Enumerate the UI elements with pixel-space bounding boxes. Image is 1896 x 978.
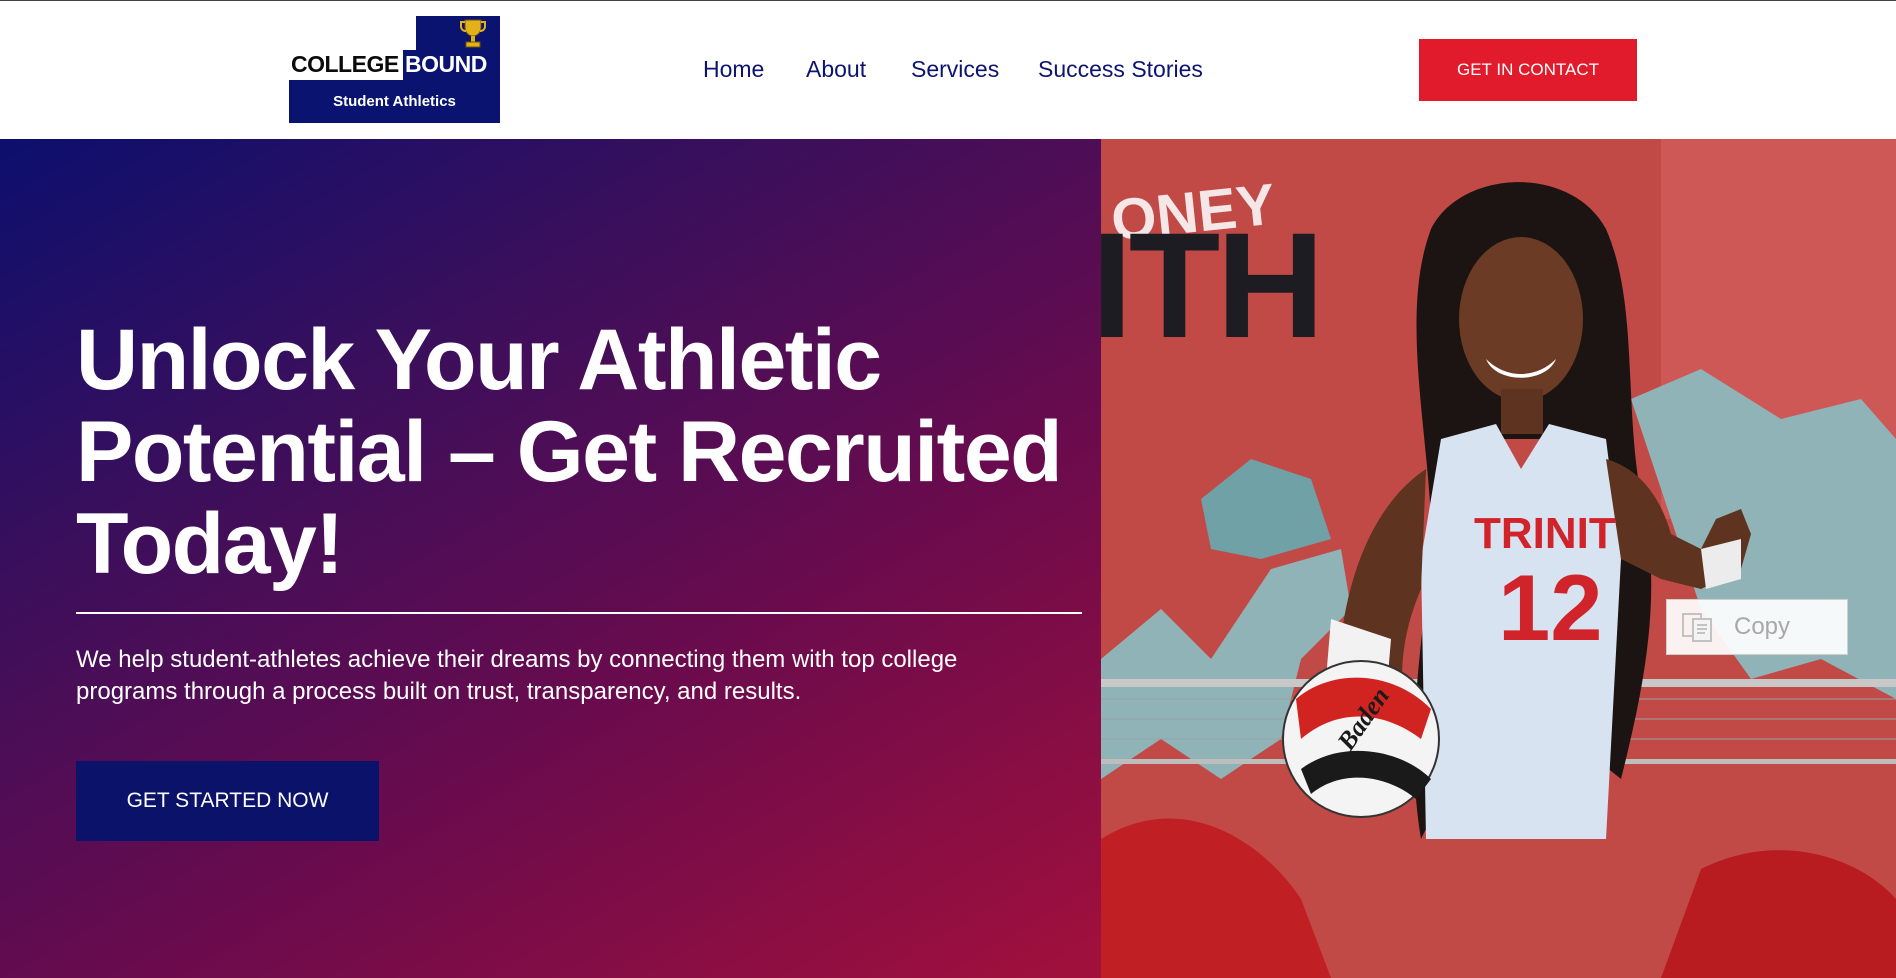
hero-divider [76,612,1082,614]
get-in-contact-button[interactable]: GET IN CONTACT [1419,39,1637,101]
copy-label: Copy [1734,613,1791,640]
jersey-team-text: TRINIT [1474,509,1616,558]
hero-section: Unlock Your Athletic Potential – Get Rec… [0,139,1101,978]
trophy-icon [460,19,486,48]
copy-chip[interactable]: Copy [1666,599,1848,655]
site-header: COLLEGE BOUND Student Athletics Home Abo… [0,1,1896,139]
backdrop-text-big: ITH [1101,201,1325,369]
nav-about[interactable]: About [806,56,866,83]
get-started-button[interactable]: GET STARTED NOW [76,761,379,841]
athlete-photo: ONEY ITH TRINIT 12 Baden [1101,139,1896,978]
hero-title: Unlock Your Athletic Potential – Get Rec… [76,312,1063,592]
hero-subtitle: We help student-athletes achieve their d… [76,646,958,705]
logo-word-bound: BOUND [405,51,487,77]
copy-icon [1682,613,1712,642]
nav-success-stories[interactable]: Success Stories [1038,56,1203,83]
logo-tagline: Student Athletics [333,93,456,110]
logo-word-college: COLLEGE [291,51,399,77]
brand-logo[interactable]: COLLEGE BOUND Student Athletics [289,16,500,123]
jersey-number: 12 [1498,555,1603,660]
nav-home[interactable]: Home [703,56,764,83]
nav-services[interactable]: Services [911,56,999,83]
